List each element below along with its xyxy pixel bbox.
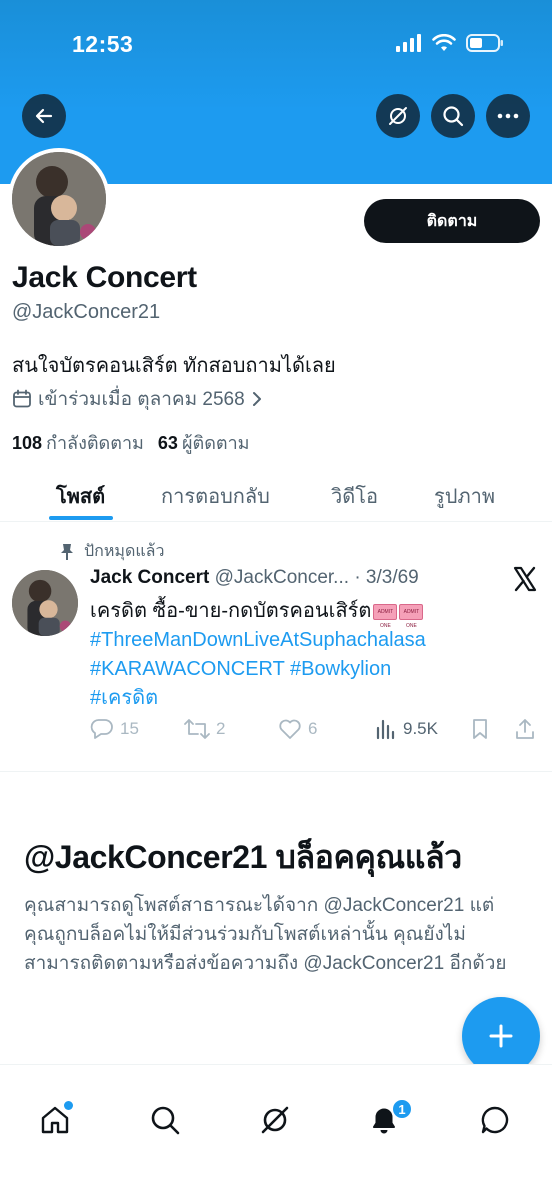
active-tab-indicator xyxy=(49,516,113,520)
notification-count-badge: 1 xyxy=(391,1098,413,1120)
follow-button[interactable]: ติดตาม xyxy=(364,199,540,243)
status-icons xyxy=(396,34,504,52)
home-unread-dot xyxy=(64,1101,73,1110)
pinned-text: ปักหมุดแล้ว xyxy=(84,543,165,560)
share-icon xyxy=(516,719,534,739)
profile-tabs: โพสต์ การตอบกลับ วิดีโอ รูปภาพ xyxy=(0,466,552,522)
messages-icon xyxy=(481,1106,509,1134)
tab-photos[interactable]: รูปภาพ xyxy=(434,480,495,512)
repost-icon xyxy=(184,719,210,739)
hashtag-link[interactable]: #Bowkylion xyxy=(290,658,391,680)
post-header: Jack Concert @JackConcer... · 3/3/69 xyxy=(90,567,419,589)
tab-videos[interactable]: วิดีโอ xyxy=(331,480,378,512)
ticket-emoji-icon: ADMIT ONE xyxy=(373,603,398,629)
followers-count: 63 xyxy=(157,433,178,453)
x-logo-icon xyxy=(512,566,538,597)
nav-search[interactable] xyxy=(148,1103,182,1137)
post-avatar[interactable] xyxy=(12,570,78,636)
bookmark-button[interactable] xyxy=(470,718,490,740)
blocked-description: คุณสามารถดูโพสต์สาธารณะได้จาก @JackConce… xyxy=(24,895,507,974)
search-button[interactable] xyxy=(431,94,475,138)
blocked-title: @JackConcer21 บล็อคคุณแล้ว xyxy=(24,839,462,875)
views-button[interactable]: 9.5K xyxy=(375,718,438,740)
heart-icon xyxy=(279,719,301,739)
plus-icon xyxy=(489,1024,513,1048)
status-time: 12:53 xyxy=(72,31,134,57)
chevron-right-icon xyxy=(252,392,261,406)
repost-count: 2 xyxy=(216,719,226,738)
like-count: 6 xyxy=(308,719,318,738)
nav-messages[interactable] xyxy=(478,1103,512,1137)
profile-avatar[interactable] xyxy=(8,148,110,250)
post-text[interactable]: เครดิต ซื้อ-ขาย-กดบัตรคอนเสิร์ต ADMIT ONE… xyxy=(90,597,530,713)
pin-icon xyxy=(61,543,73,560)
follow-counts: 108 กำลังติดตาม 63 ผู้ติดตาม xyxy=(12,428,250,457)
post-author-handle[interactable]: @JackConcer... xyxy=(215,567,349,588)
battery-icon xyxy=(466,34,503,52)
profile-name: Jack Concert xyxy=(12,261,197,294)
following-link[interactable]: 108 กำลังติดตาม xyxy=(12,428,144,457)
divider xyxy=(0,771,552,772)
search-icon xyxy=(443,106,464,127)
join-date[interactable]: เข้าร่วมเมื่อ ตุลาคม 2568 xyxy=(12,384,263,414)
hashtag-link[interactable]: #ThreeManDownLiveAtSuphachalasa xyxy=(90,629,426,651)
reply-icon xyxy=(90,719,113,739)
join-date-label: เข้าร่วมเมื่อ ตุลาคม 2568 xyxy=(38,389,245,410)
profile-bio: สนใจบัตรคอนเสิร์ต ทักสอบถามได้เลย xyxy=(12,355,336,377)
reply-button[interactable]: 15 xyxy=(90,718,139,740)
views-chart-icon xyxy=(376,719,395,740)
profile-handle: @JackConcer21 xyxy=(12,301,161,323)
following-count: 108 xyxy=(12,433,43,453)
hashtag-link[interactable]: #KARAWACONCERT xyxy=(90,658,284,680)
following-label: กำลังติดตาม xyxy=(46,433,144,453)
like-button[interactable]: 6 xyxy=(278,718,317,740)
calendar-icon xyxy=(13,389,31,408)
followers-label: ผู้ติดตาม xyxy=(181,433,250,453)
tab-posts[interactable]: โพสต์ xyxy=(56,480,105,512)
post-actions: 15 2 6 9.5K xyxy=(90,718,540,748)
ticket-emoji-icon: ADMIT ONE xyxy=(399,603,424,629)
grok-icon xyxy=(261,1106,289,1134)
more-icon xyxy=(497,113,519,119)
grok-button[interactable] xyxy=(376,94,420,138)
bookmark-icon xyxy=(473,719,487,739)
arrow-left-icon xyxy=(35,108,53,124)
avatar-photo xyxy=(12,152,106,246)
signal-icon xyxy=(396,34,421,52)
share-button[interactable] xyxy=(514,718,536,740)
repost-button[interactable]: 2 xyxy=(184,718,225,740)
views-count: 9.5K xyxy=(403,719,438,738)
bottom-nav xyxy=(0,1064,552,1200)
status-bar: 12:53 xyxy=(0,0,552,90)
more-button[interactable] xyxy=(486,94,530,138)
post-text-line: เครดิต ซื้อ-ขาย-กดบัตรคอนเสิร์ต xyxy=(90,600,372,622)
grok-icon xyxy=(389,107,407,125)
pinned-label: ปักหมุดแล้ว xyxy=(60,539,164,564)
hashtag-link[interactable]: #เครดิต xyxy=(90,687,158,709)
post-date[interactable]: · 3/3/69 xyxy=(354,567,418,588)
back-button[interactable] xyxy=(22,94,66,138)
search-icon xyxy=(151,1106,180,1135)
wifi-icon xyxy=(432,34,456,51)
followers-link[interactable]: 63 ผู้ติดตาม xyxy=(158,428,250,457)
post-author-name[interactable]: Jack Concert xyxy=(90,567,209,588)
reply-count: 15 xyxy=(120,719,139,738)
tab-replies[interactable]: การตอบกลับ xyxy=(161,480,270,512)
nav-grok[interactable] xyxy=(258,1103,292,1137)
nav-home[interactable] xyxy=(38,1101,73,1137)
